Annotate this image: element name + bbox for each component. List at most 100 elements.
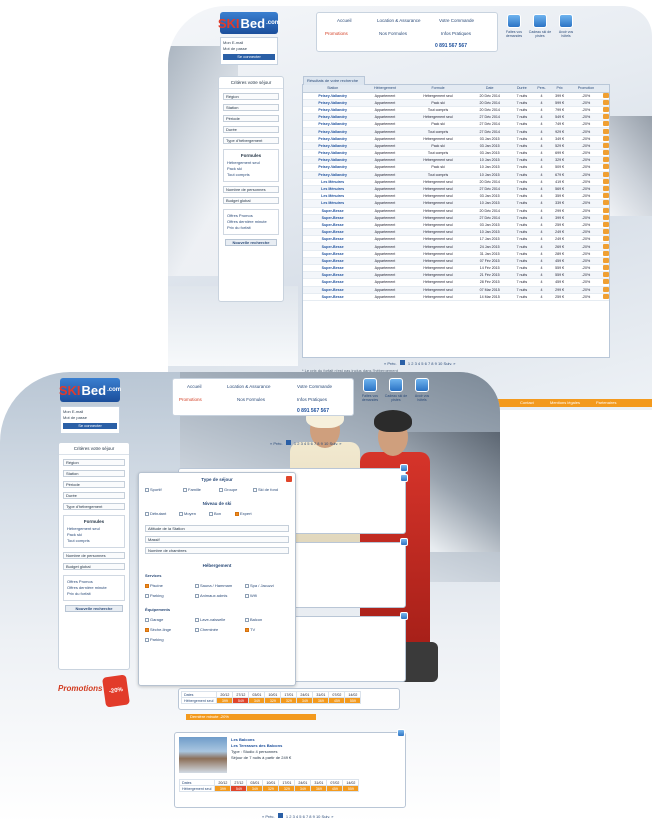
table-row[interactable]: Super-Besse Appartement Hébergement seul 24… (303, 242, 609, 251)
level-option[interactable]: Bon (209, 511, 221, 516)
column-header[interactable]: Date (468, 85, 511, 93)
table-row[interactable]: Les Ménuires Appartement Hébergement seul 2… (303, 185, 609, 194)
calendar-price[interactable]: 459 (326, 785, 344, 792)
table-cell[interactable]: Peisey-Vallandry (303, 142, 363, 151)
column-header[interactable]: Promotion (568, 85, 603, 93)
nav-tab-accueil[interactable]: Accueil (187, 384, 202, 389)
table-row[interactable]: Super-Besse Appartement Hébergement seul 27… (303, 214, 609, 222)
table-row[interactable]: Super-Besse Appartement Hébergement seul 07… (303, 286, 609, 294)
nav-tab-promotions[interactable]: Promotions (179, 397, 202, 402)
calendar-price[interactable]: 349 (294, 785, 312, 792)
nav-icon-demandes[interactable]: Faites vos demandes (502, 14, 526, 38)
equip-option[interactable]: Parking (145, 637, 164, 642)
select-personnes[interactable]: Nombre de personnes (223, 186, 279, 193)
book-button[interactable] (603, 156, 609, 165)
book-button[interactable] (603, 257, 609, 266)
pager-prev[interactable]: « Préc. (262, 814, 275, 819)
select-duree[interactable]: Durée (223, 126, 279, 133)
calendar-price[interactable]: 329 (262, 785, 280, 792)
expand-icon[interactable] (400, 612, 408, 620)
equip-option[interactable]: Garage (145, 617, 163, 622)
nav-tab-location[interactable]: Location & Assurance (227, 384, 271, 389)
calendar-price[interactable]: 349 (248, 697, 266, 704)
table-cell[interactable]: Super-Besse (303, 293, 363, 301)
book-button[interactable] (603, 142, 609, 151)
calendar-price[interactable]: 349 (246, 785, 264, 792)
book-button[interactable] (603, 264, 609, 273)
expand-icon[interactable] (400, 464, 408, 472)
calendar-price[interactable]: 559 (344, 697, 362, 704)
table-cell[interactable]: Super-Besse (303, 242, 363, 251)
table-cell[interactable]: Peisey-Vallandry (303, 149, 363, 158)
new-search-button[interactable]: Nouvelle recherche (225, 239, 277, 246)
select-chambres[interactable]: Nombre de chambres (145, 547, 289, 554)
book-button[interactable] (603, 250, 609, 258)
book-button[interactable] (603, 185, 609, 194)
table-row[interactable]: Super-Besse Appartement Hébergement seul 14… (303, 293, 609, 301)
nav-icon-demandes[interactable]: Faites vos demandes (358, 378, 382, 402)
offer-option[interactable]: Prix du forfait (227, 225, 275, 231)
select-altitude[interactable]: Altitude de la Station (145, 525, 289, 532)
skibed-logo[interactable]: SKI Bed .com (59, 378, 121, 402)
nav-tab-promotions[interactable]: Promotions (325, 31, 348, 36)
table-row[interactable]: Super-Besse Appartement Hébergement seul 07… (303, 257, 609, 266)
table-cell[interactable]: Peisey-Vallandry (303, 120, 363, 129)
nav-tab-formules[interactable]: Nos Formules (379, 31, 407, 36)
calendar-price[interactable]: 329 (278, 785, 296, 792)
book-button[interactable] (603, 207, 609, 215)
service-option[interactable]: Sauna / Hammam (195, 583, 232, 588)
table-cell[interactable]: Les Ménuires (303, 178, 363, 186)
equip-option[interactable]: Sèche-linge (145, 627, 171, 632)
table-row[interactable]: Super-Besse Appartement Hébergement seul 10… (303, 228, 609, 237)
table-cell[interactable]: Super-Besse (303, 264, 363, 273)
promotions-stamp[interactable]: Promotions -20% (58, 674, 130, 712)
equip-option[interactable]: TV (245, 627, 255, 632)
pager-pages[interactable]: 1 2 3 4 5 6 7 8 9 10 (294, 441, 328, 446)
pager-next[interactable]: Suiv. » (330, 441, 342, 446)
book-button[interactable] (603, 120, 609, 129)
calendar-price[interactable]: 559 (342, 785, 360, 792)
calendar-price[interactable]: 369 (312, 697, 330, 704)
calendar-price[interactable]: 369 (310, 785, 328, 792)
table-cell[interactable]: Super-Besse (303, 235, 363, 244)
table-cell[interactable]: Super-Besse (303, 214, 363, 222)
level-option[interactable]: Moyen (179, 511, 196, 516)
pager-next[interactable]: Suiv. » (444, 361, 456, 366)
book-button[interactable] (603, 228, 609, 237)
calendar-price[interactable]: 459 (328, 697, 346, 704)
table-cell[interactable]: Peisey-Vallandry (303, 106, 363, 115)
table-row[interactable]: Les Ménuires Appartement Hébergement seul 0… (303, 192, 609, 201)
expand-icon[interactable] (397, 729, 405, 737)
table-cell[interactable]: Peisey-Vallandry (303, 99, 363, 107)
login-button[interactable]: Se connecter (223, 54, 275, 60)
book-button[interactable] (603, 171, 609, 179)
nav-tab-formules[interactable]: Nos Formules (237, 397, 265, 402)
pager-prev[interactable]: « Préc. (384, 361, 397, 366)
table-cell[interactable]: Super-Besse (303, 278, 363, 287)
type-option[interactable]: Ski de fond (253, 487, 278, 492)
book-button[interactable] (603, 113, 609, 122)
book-button[interactable] (603, 99, 609, 107)
new-search-button[interactable]: Nouvelle recherche (65, 605, 123, 612)
calendar-price[interactable]: 349 (296, 697, 314, 704)
table-cell[interactable]: Les Ménuires (303, 192, 363, 201)
nav-tab-commande[interactable]: Votre Commande (297, 384, 332, 389)
column-header[interactable]: Station (303, 85, 363, 93)
table-row[interactable]: Peisey-Vallandry Appartement Hébergement s… (303, 156, 609, 165)
service-option[interactable]: Animaux admis (195, 593, 227, 598)
table-row[interactable]: Peisey-Vallandry Appartement Pack ski 27 Dé… (303, 120, 609, 129)
table-row[interactable]: Super-Besse Appartement Hébergement seul 17… (303, 235, 609, 244)
expand-icon[interactable] (400, 538, 408, 546)
login-button[interactable]: Se connecter (63, 423, 117, 429)
book-button[interactable] (603, 235, 609, 244)
nav-tab-infos[interactable]: Infos Pratiques (297, 397, 327, 402)
service-option[interactable]: Piscine (145, 583, 163, 588)
book-button[interactable] (603, 92, 609, 100)
calendar-price[interactable]: 399 (214, 785, 232, 792)
book-button[interactable] (603, 271, 609, 280)
table-row[interactable]: Super-Besse Appartement Hébergement seul 21… (303, 271, 609, 280)
select-massif[interactable]: Massif (145, 536, 289, 543)
equip-option[interactable]: Cheminée (195, 627, 218, 632)
table-cell[interactable]: Super-Besse (303, 286, 363, 294)
table-row[interactable]: Peisey-Vallandry Appartement Tout compris 2… (303, 106, 609, 115)
